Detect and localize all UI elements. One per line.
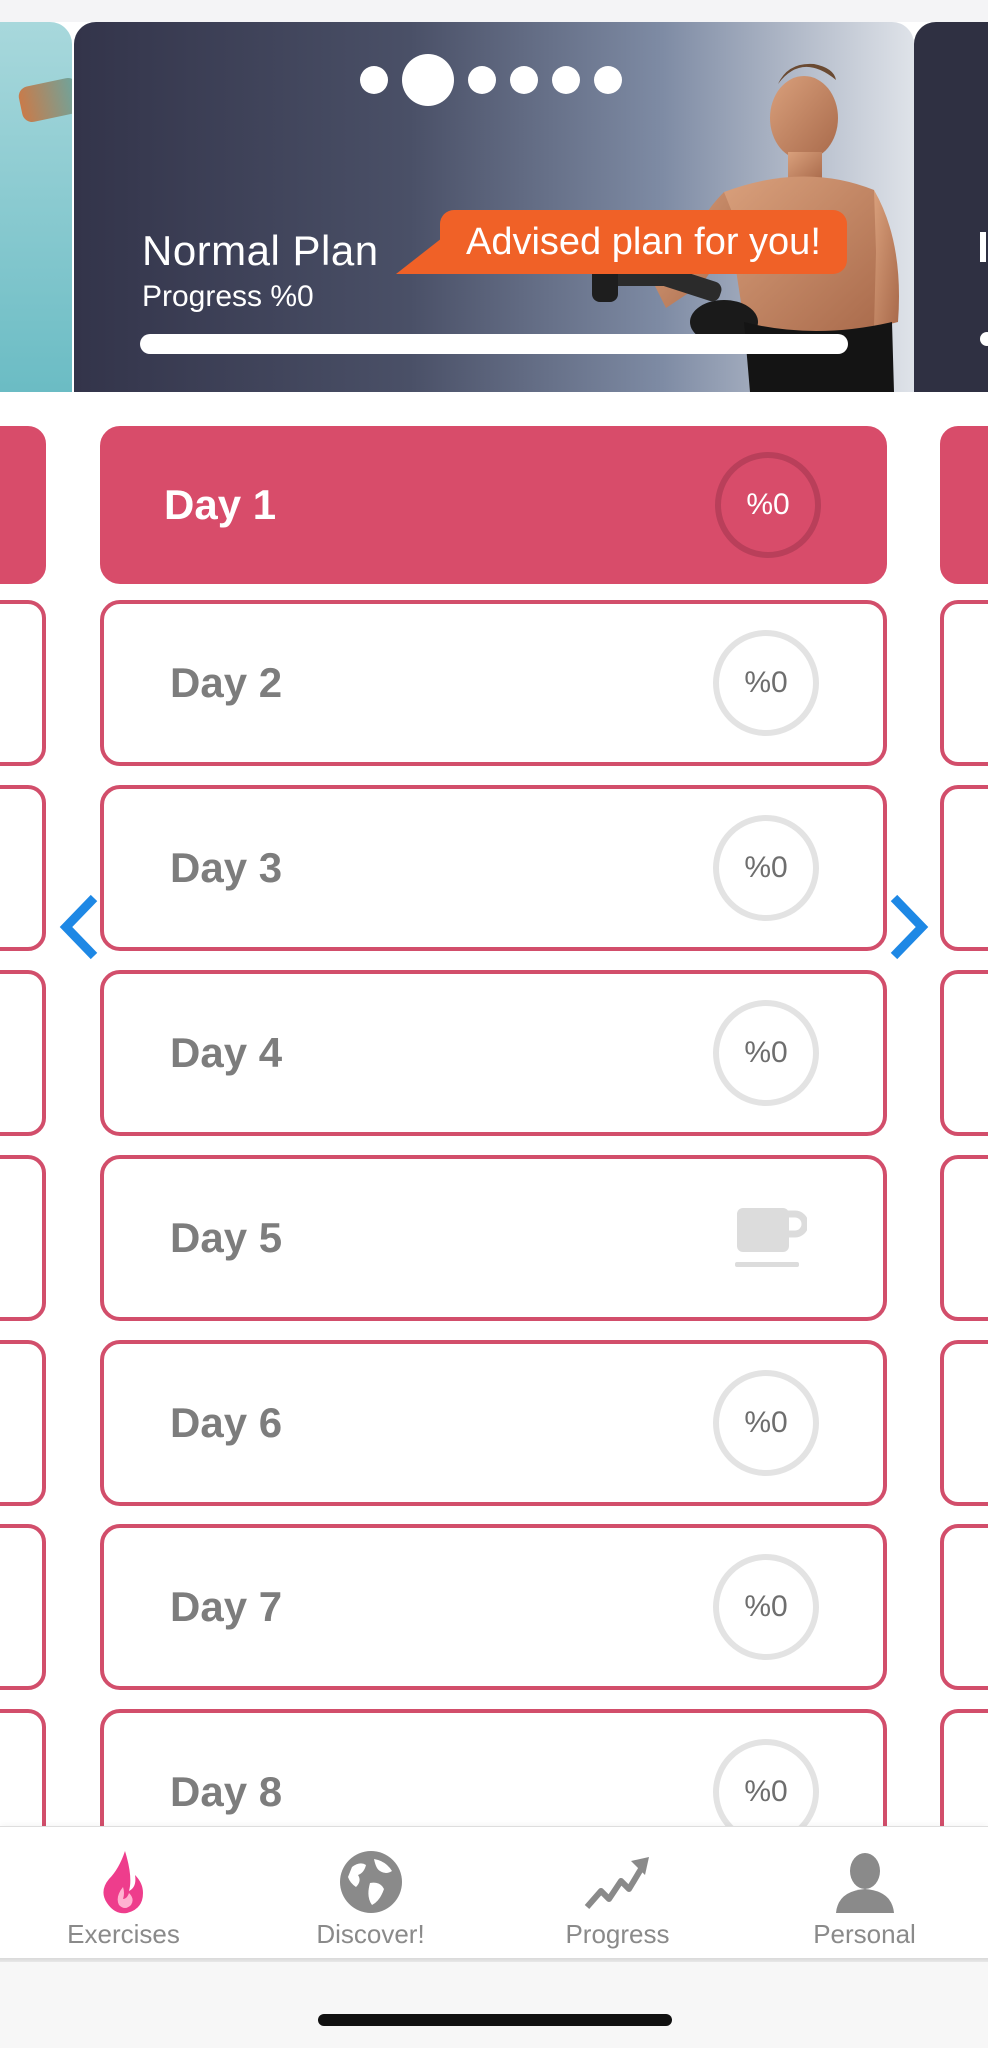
tab-label: Discover! [316,1919,425,1949]
day-card[interactable]: Day 4 %0 [100,970,887,1136]
day-card[interactable]: Day 2 %0 [100,600,887,766]
day-progress-ring: %0 [713,1000,819,1106]
day-card[interactable]: Day 1 %0 [100,426,887,584]
day-progress-ring: %0 [713,1370,819,1476]
day-progress-ring: %0 [713,815,819,921]
previous-plan-banner[interactable] [0,22,72,392]
trend-arrow-icon [584,1857,649,1909]
progress-dot [980,332,988,346]
day-card[interactable]: Day 3 %0 [100,785,887,951]
tab-label: Exercises [67,1919,180,1949]
previous-page-day-card[interactable] [0,600,46,766]
day-card[interactable]: Day 7 %0 [100,1524,887,1690]
tab-personal[interactable]: Personal [741,1827,988,1958]
plan-progress-label: Progress %0 [142,280,314,313]
page-dot[interactable] [468,66,496,94]
day-label: Day 5 [170,1214,283,1261]
next-page-day-card[interactable] [940,1524,988,1690]
day-progress-ring: %0 [713,630,819,736]
coffee-cup-icon [735,1208,807,1267]
day-label: Day 4 [170,1029,283,1076]
previous-page-day-card[interactable] [0,1155,46,1321]
status-bar-area [0,0,988,22]
page-dot[interactable] [360,66,388,94]
next-page-day-card[interactable] [940,970,988,1136]
next-page-day-card[interactable] [940,600,988,766]
next-page-day-card[interactable] [940,785,988,951]
bubble-tail [396,238,442,274]
day-label: Day 8 [170,1768,283,1815]
plan-title: Normal Plan [142,227,379,274]
tab-exercises[interactable]: Exercises [0,1827,247,1958]
tab-label: Personal [813,1919,916,1949]
tab-progress[interactable]: Progress [494,1827,741,1958]
day-card[interactable]: Day 6 %0 [100,1340,887,1506]
day-label: Day 6 [170,1399,283,1446]
day-label: Day 1 [164,481,277,528]
day-label: Day 7 [170,1583,283,1630]
day-progress-ring: %0 [715,452,821,558]
flame-icon [102,1851,143,1914]
chevron-right-icon[interactable] [886,892,932,962]
previous-page-day-card[interactable] [0,1340,46,1506]
next-plan-banner[interactable] [914,22,988,392]
day-card-rest[interactable]: Day 5 [100,1155,887,1321]
previous-page-day-card[interactable] [0,426,46,584]
page-dot-active[interactable] [402,54,454,106]
home-indicator-area [0,1962,988,2048]
tab-discover[interactable]: Discover! [247,1827,494,1958]
home-indicator[interactable] [318,2014,672,2026]
previous-page-day-card[interactable] [0,970,46,1136]
day-label: Day 3 [170,844,283,891]
plan-title-fragment [980,232,986,262]
bottom-tab-bar: Exercises Discover! Progress Personal [0,1826,988,1958]
page-dot[interactable] [510,66,538,94]
next-page-day-card[interactable] [940,1340,988,1506]
previous-page-day-card[interactable] [0,785,46,951]
athlete-arm-image [16,76,72,124]
day-progress-ring: %0 [713,1554,819,1660]
plan-banner[interactable]: Advised plan for you! Normal Plan Progre… [74,22,914,392]
day-label: Day 2 [170,659,283,706]
person-icon [835,1853,894,1913]
previous-page-day-card[interactable] [0,1524,46,1690]
tab-label: Progress [565,1919,670,1949]
next-page-day-card[interactable] [940,426,988,584]
advised-plan-badge: Advised plan for you! [440,210,847,274]
chevron-left-icon[interactable] [56,892,102,962]
next-page-day-card[interactable] [940,1155,988,1321]
globe-icon [339,1851,402,1913]
plan-progress-bar [140,334,848,354]
